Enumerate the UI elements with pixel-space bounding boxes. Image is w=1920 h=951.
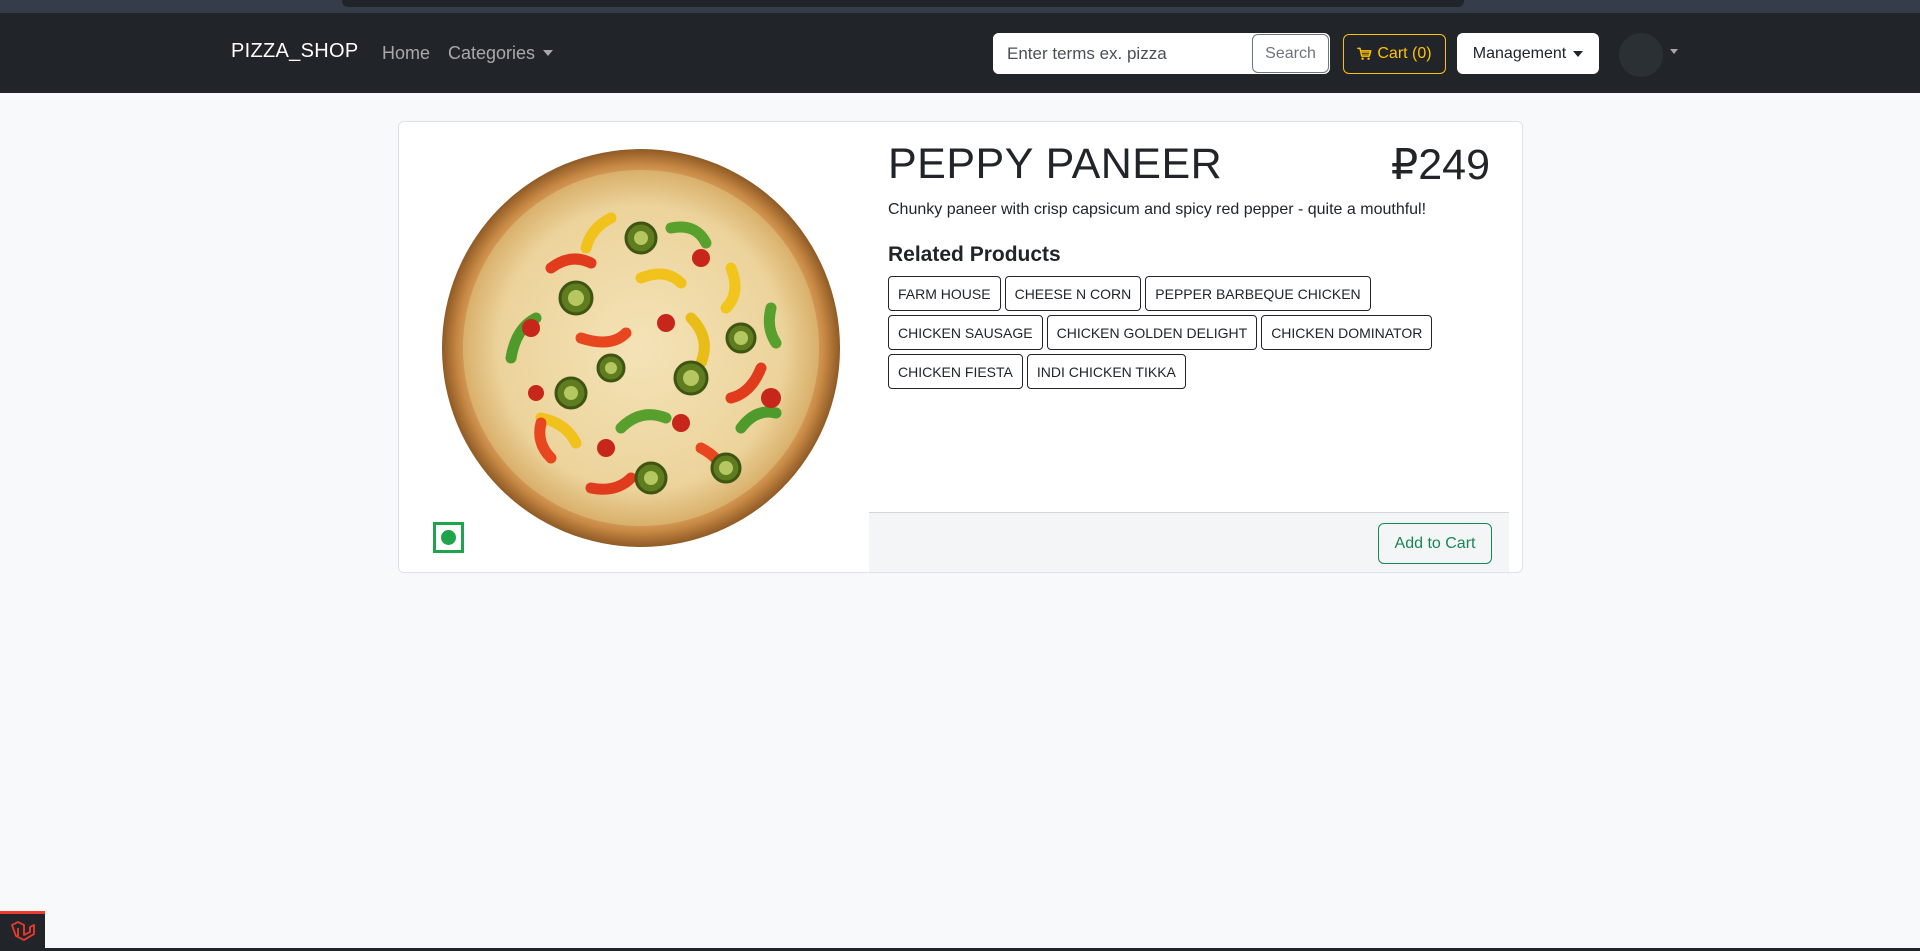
cart-label: Cart (0)	[1377, 45, 1432, 62]
avatar-chevron-down-icon[interactable]	[1670, 49, 1678, 54]
related-product-tag[interactable]: CHICKEN FIESTA	[888, 354, 1023, 389]
add-to-cart-button[interactable]: Add to Cart	[1378, 523, 1492, 564]
cart-button[interactable]: Cart (0)	[1343, 34, 1446, 74]
product-description: Chunky paneer with crisp capsicum and sp…	[888, 201, 1427, 218]
product-image-column	[399, 122, 869, 572]
search-input[interactable]	[993, 33, 1253, 74]
related-product-tag[interactable]: FARM HOUSE	[888, 276, 1001, 311]
related-products-list: FARM HOUSE CHEESE N CORN PEPPER BARBEQUE…	[888, 276, 1508, 389]
pizza-image	[442, 149, 840, 547]
nav-categories-dropdown[interactable]: Categories	[448, 43, 554, 64]
related-product-tag[interactable]: CHICKEN SAUSAGE	[888, 315, 1043, 350]
top-strip-bar	[342, 0, 1464, 7]
search-form: Search	[993, 33, 1330, 74]
related-product-tag[interactable]: PEPPER BARBEQUE CHICKEN	[1145, 276, 1371, 311]
product-title: PEPPY PANEER	[888, 140, 1223, 188]
related-products-row: CHICKEN FIESTA INDI CHICKEN TIKKA	[888, 354, 1508, 389]
chevron-down-icon	[1573, 50, 1584, 57]
browser-top-strip	[0, 0, 1920, 13]
brand-link[interactable]: PIZZA_SHOP	[231, 40, 358, 63]
related-product-tag[interactable]: CHEESE N CORN	[1004, 276, 1142, 311]
management-label: Management	[1472, 44, 1567, 62]
product-price: ₽249	[1390, 141, 1490, 189]
management-dropdown-button[interactable]: Management	[1457, 33, 1599, 74]
cart-icon	[1357, 47, 1372, 60]
veg-mark-icon	[433, 522, 464, 553]
product-card: PEPPY PANEER ₽249 Chunky paneer with cri…	[398, 121, 1523, 573]
nav-home-link[interactable]: Home	[382, 43, 430, 64]
related-product-tag[interactable]: CHICKEN GOLDEN DELIGHT	[1046, 315, 1258, 350]
related-product-tag[interactable]: INDI CHICKEN TIKKA	[1026, 354, 1186, 389]
related-products-heading: Related Products	[888, 243, 1061, 266]
product-info-column: PEPPY PANEER ₽249 Chunky paneer with cri…	[869, 122, 1522, 572]
user-avatar[interactable]	[1619, 33, 1663, 77]
framework-logo-icon[interactable]	[0, 911, 45, 951]
product-card-footer: Add to Cart	[869, 512, 1509, 572]
related-products-row: CHICKEN SAUSAGE CHICKEN GOLDEN DELIGHT C…	[888, 315, 1508, 350]
nav-categories-label: Categories	[448, 43, 536, 63]
chevron-down-icon	[543, 50, 554, 56]
related-products-row: FARM HOUSE CHEESE N CORN PEPPER BARBEQUE…	[888, 276, 1508, 311]
search-button[interactable]: Search	[1252, 34, 1329, 73]
framework-logo-glyph	[10, 920, 35, 941]
related-product-tag[interactable]: CHICKEN DOMINATOR	[1261, 315, 1433, 350]
veg-mark-dot	[441, 530, 456, 545]
navbar: PIZZA_SHOP Home Categories Search Cart (…	[0, 13, 1920, 93]
